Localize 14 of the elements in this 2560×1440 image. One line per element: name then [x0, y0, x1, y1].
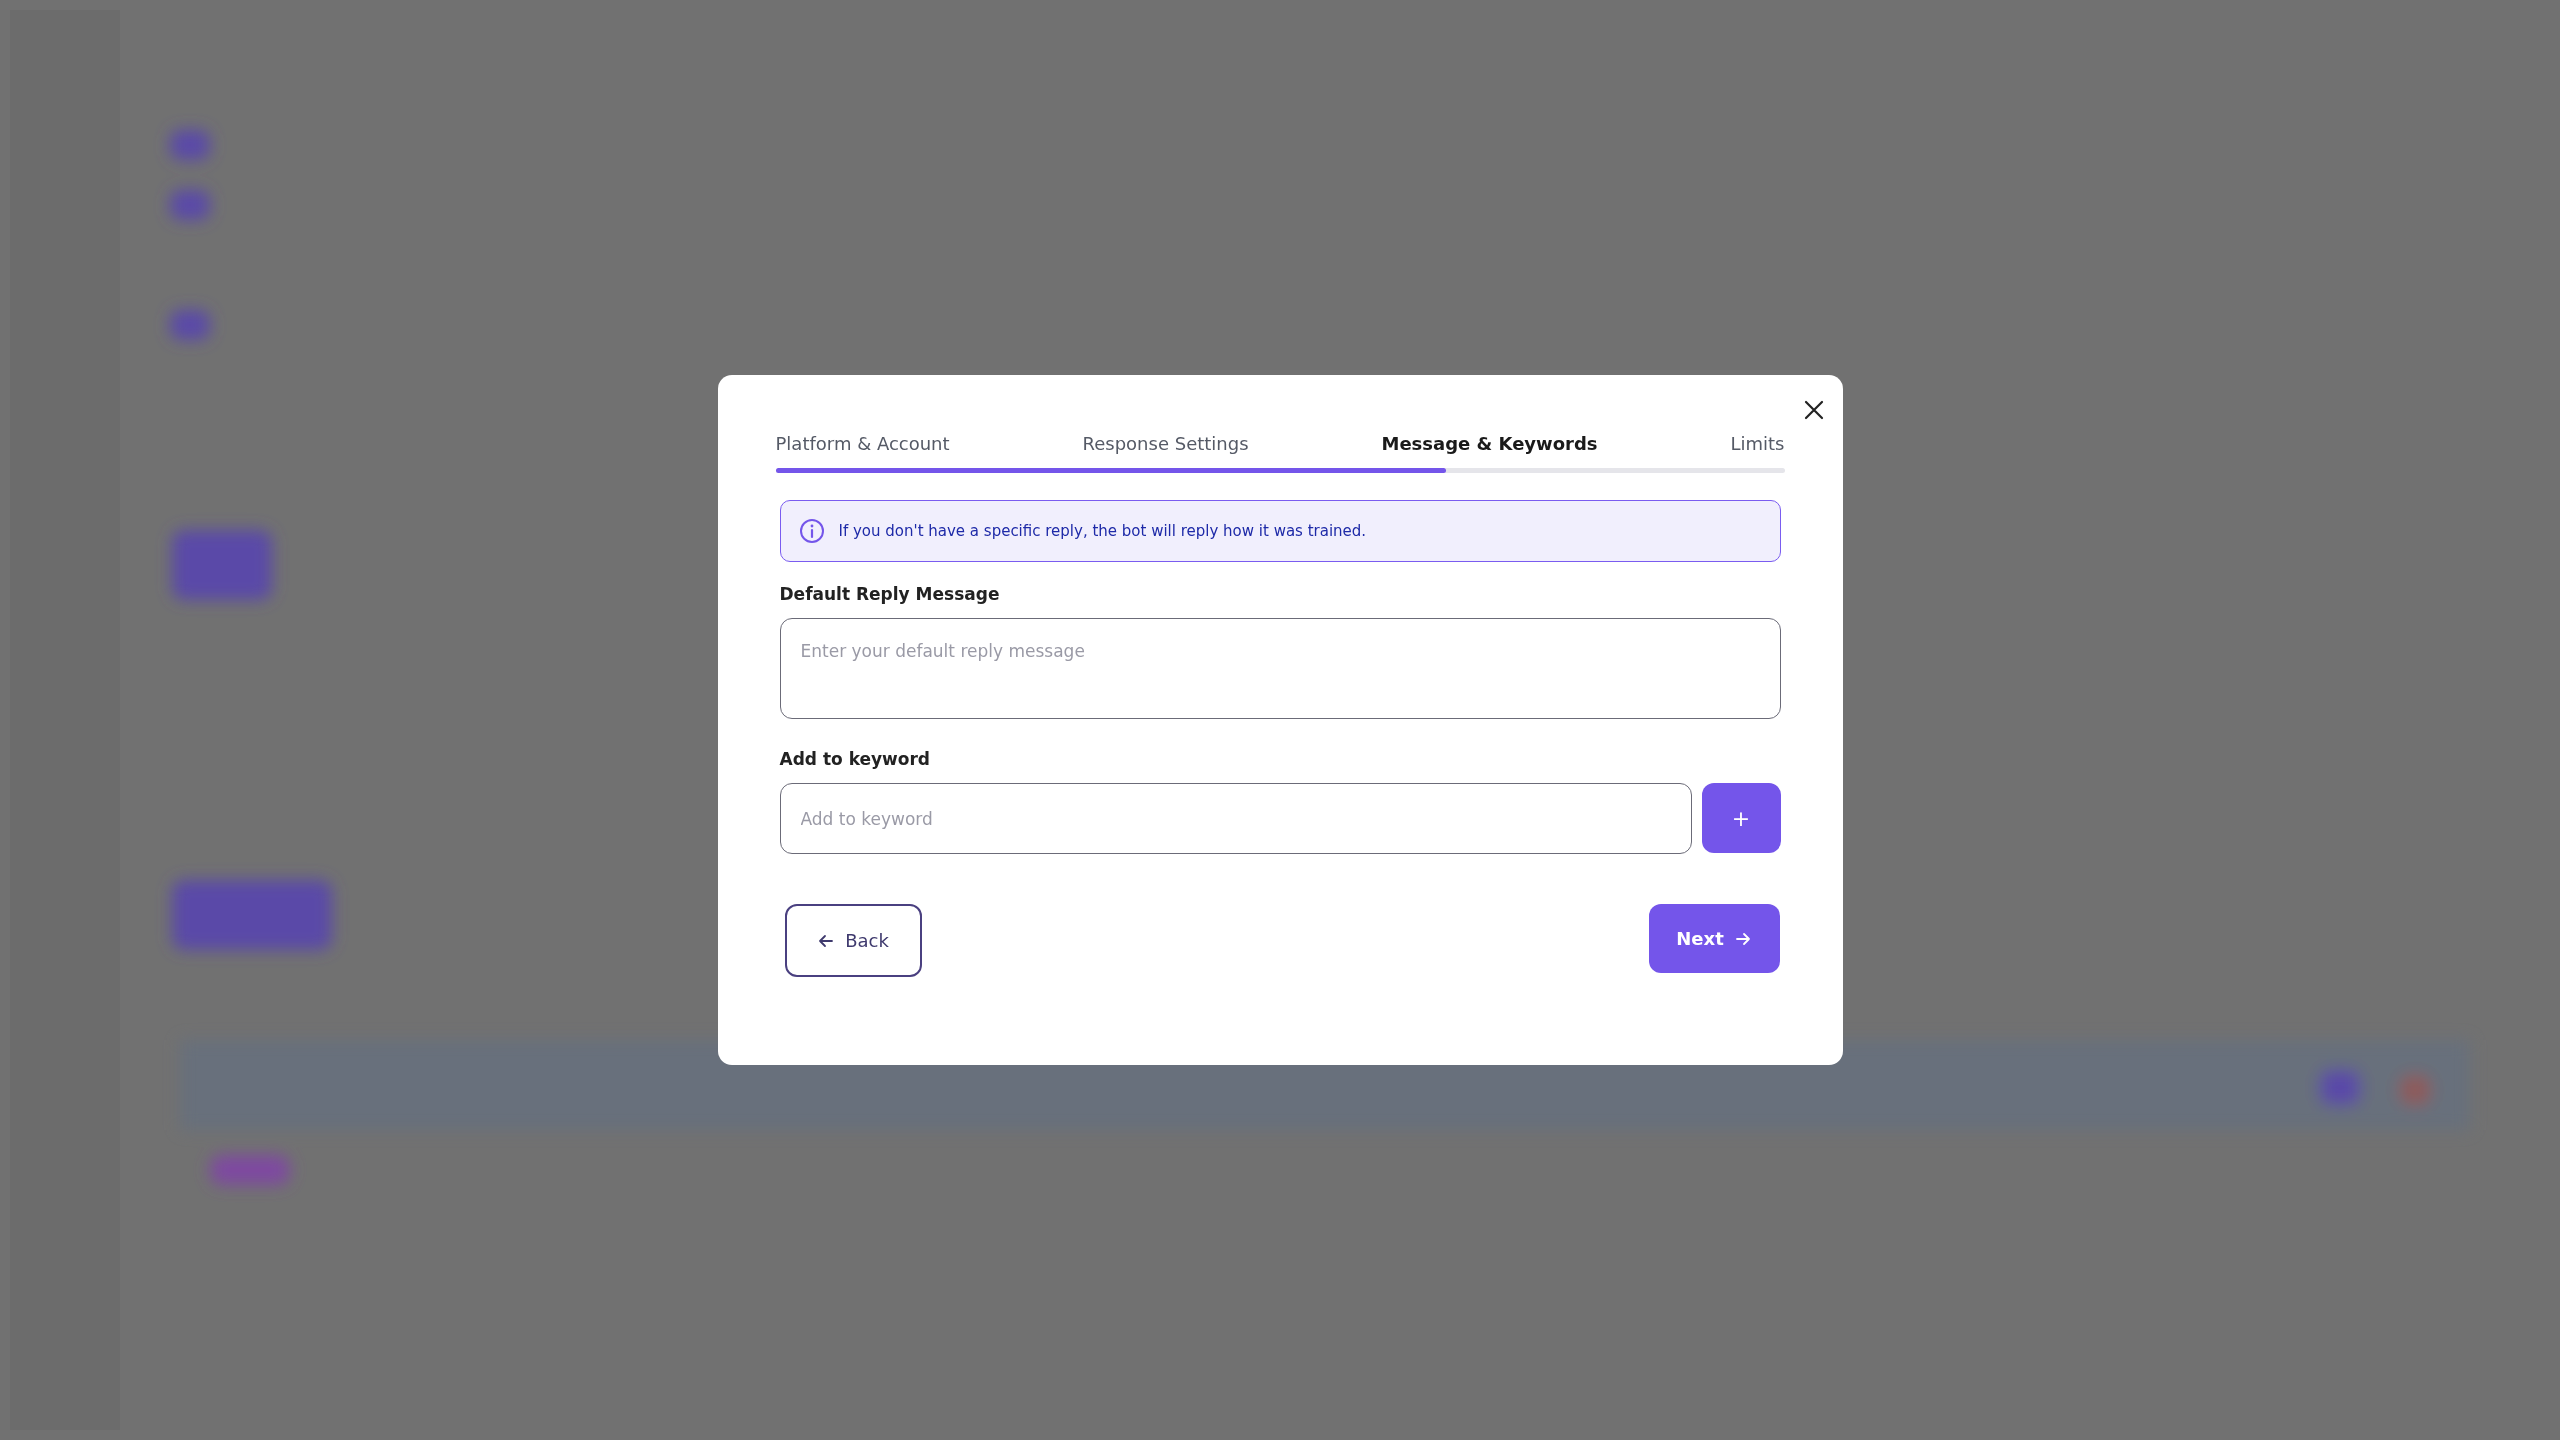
- field-label: Add to keyword: [779, 749, 932, 769]
- reply-textarea[interactable]: Enter your default reply message: [779, 618, 1781, 719]
- back-button[interactable]: Back: [784, 904, 922, 977]
- keyword-input[interactable]: Add to keyword: [779, 783, 1692, 854]
- info-text: If you don't have a specific reply, the bot will reply how it was trained.: [838, 522, 1367, 540]
- field-label: Default Reply Message: [779, 584, 1001, 604]
- step-tab[interactable]: Limits: [1730, 433, 1785, 454]
- add-button[interactable]: +: [1701, 783, 1781, 853]
- info-icon: [798, 518, 825, 544]
- step-tab[interactable]: Message & Keywords: [1381, 433, 1598, 454]
- next-button[interactable]: Next: [1648, 904, 1780, 973]
- close-icon: [1802, 399, 1825, 421]
- step-tab[interactable]: Platform & Account: [775, 433, 950, 454]
- step-tab[interactable]: Response Settings: [1082, 433, 1249, 454]
